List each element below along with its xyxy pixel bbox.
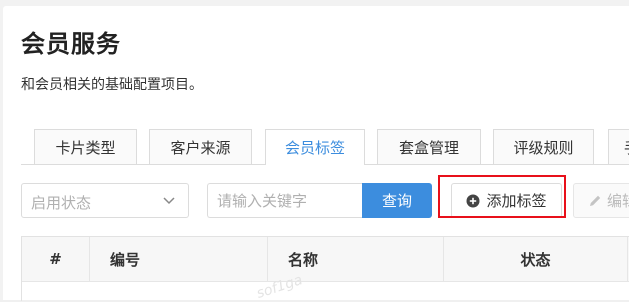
page-description: 和会员相关的基础配置项目。	[21, 77, 203, 93]
edit-label: 编辑	[607, 192, 629, 210]
query-button[interactable]: 查询	[362, 183, 432, 218]
add-tag-label: 添加标签	[486, 192, 547, 210]
tab-customer-source[interactable]: 客户来源	[149, 129, 252, 164]
column-header-code: 编号	[90, 237, 268, 281]
table-header: # 编号 名称 状态	[22, 237, 629, 282]
column-header-status: 状态	[444, 237, 628, 281]
status-select-placeholder: 启用状态	[31, 194, 92, 212]
tab-member-tags[interactable]: 会员标签	[265, 129, 365, 165]
edit-button[interactable]: 编辑	[573, 183, 629, 218]
tab-more[interactable]: 手	[608, 129, 629, 164]
status-select[interactable]: 启用状态	[21, 183, 189, 218]
page-title: 会员服务	[21, 30, 121, 58]
add-tag-button[interactable]: 添加标签	[451, 183, 562, 218]
chevron-down-icon	[163, 197, 175, 205]
column-header-index: #	[22, 237, 90, 281]
tags-table: # 编号 名称 状态	[21, 236, 629, 301]
plus-circle-icon	[466, 194, 480, 207]
tab-box-management[interactable]: 套盒管理	[377, 129, 481, 164]
tab-rating-rules[interactable]: 评级规则	[493, 129, 594, 164]
keyword-search-input[interactable]	[207, 183, 363, 218]
tab-card-type[interactable]: 卡片类型	[34, 129, 137, 164]
pencil-icon	[590, 195, 601, 206]
